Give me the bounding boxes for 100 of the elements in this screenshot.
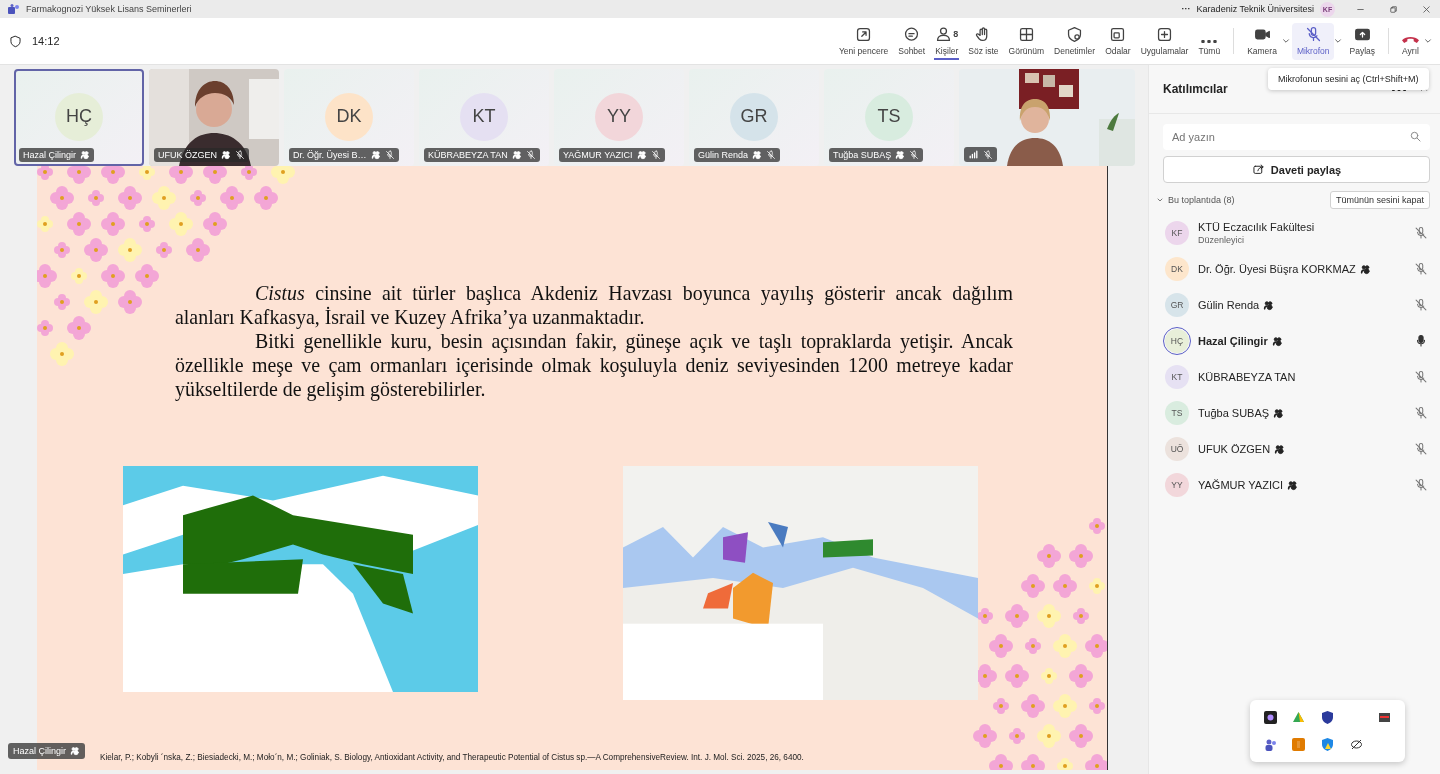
search-field[interactable]: Ad yazın xyxy=(1163,124,1430,150)
participant-name[interactable]: YAĞMUR YAZICI xyxy=(1198,479,1283,491)
chat-icon xyxy=(903,25,921,43)
mic-off-icon[interactable] xyxy=(1414,298,1428,312)
share-button[interactable]: Paylaş xyxy=(1344,22,1380,60)
avatar: UÖ xyxy=(1165,437,1189,461)
add-button[interactable]: Uygulamalar xyxy=(1135,22,1194,60)
people-badge-icon xyxy=(1286,479,1298,491)
participant-tile[interactable]: HÇ Hazal Çilingir xyxy=(14,69,144,166)
mic-off-icon[interactable] xyxy=(1414,370,1428,384)
add-icon xyxy=(1156,25,1174,43)
people-badge-icon xyxy=(70,746,80,756)
avatar: YY xyxy=(595,92,643,141)
mute-all-button[interactable]: Tümünün sesini kapat xyxy=(1329,191,1430,209)
mic-off-icon xyxy=(650,150,661,160)
participant-role: Düzenleyici xyxy=(1198,235,1246,245)
hand-button[interactable]: Söz iste xyxy=(963,22,1004,60)
mic-off-icon xyxy=(525,150,536,160)
shield-icon xyxy=(1066,25,1084,43)
people-badge-icon xyxy=(221,150,231,160)
people-badge-icon xyxy=(511,150,522,160)
people-button[interactable]: 8 Kişiler xyxy=(930,22,964,60)
triangle-icon[interactable] xyxy=(1292,711,1306,724)
participant-tile[interactable]: YY YAĞMUR YAZICI xyxy=(554,69,684,166)
avatar: HÇ xyxy=(55,92,103,141)
name-tag: KÜBRABEYZA TAN xyxy=(424,148,540,162)
window-icon xyxy=(1109,25,1127,43)
shield-button[interactable]: Denetimler xyxy=(1049,22,1101,60)
mic-off-icon xyxy=(909,150,920,160)
participant-tile[interactable]: KT KÜBRABEYZA TAN xyxy=(419,69,549,166)
people-icon[interactable] xyxy=(1263,738,1277,751)
participant-name[interactable]: Gülin Renda xyxy=(1198,299,1260,311)
mic-off-icon[interactable] xyxy=(1414,406,1428,420)
participant-name[interactable]: KÜBRABEYZA TAN xyxy=(1198,371,1296,383)
grid-button[interactable]: Görünüm xyxy=(1003,22,1050,60)
popout-button[interactable]: Yeni pencere xyxy=(833,22,894,60)
phone-icon xyxy=(1402,36,1419,43)
shield-icon xyxy=(9,34,22,48)
window-button[interactable]: Odalar xyxy=(1100,22,1136,60)
eye-slash-icon[interactable] xyxy=(1349,738,1363,751)
name-tag: Tuğba SUBAŞ xyxy=(829,148,924,162)
participant-name[interactable]: Dr. Öğr. Üyesi Büşra KORKMAZ xyxy=(1198,263,1356,275)
organization-name[interactable]: Karadeniz Teknik Üniversitesi xyxy=(1196,4,1314,14)
mic-off-icon[interactable] xyxy=(1414,478,1428,492)
avatar: GR xyxy=(730,92,778,141)
name-tag: UFUK ÖZGEN xyxy=(154,148,249,162)
participant-tile[interactable]: TS Tuğba SUBAŞ xyxy=(824,69,954,166)
avatar: TS xyxy=(1165,401,1189,425)
avatar: YY xyxy=(1165,473,1189,497)
mic-icon[interactable] xyxy=(1414,334,1428,348)
share-invite-button[interactable]: Daveti paylaş xyxy=(1163,156,1430,183)
people-badge-icon xyxy=(895,150,906,160)
mic-off-icon xyxy=(235,150,245,160)
share-icon xyxy=(1251,163,1265,176)
mic-off-icon xyxy=(1304,25,1322,43)
restore-icon[interactable] xyxy=(1388,3,1399,15)
participant-tile[interactable]: DK Dr. Öğr. Üyesi B… xyxy=(284,69,414,166)
name-tag: Gülin Renda xyxy=(694,148,781,162)
avatar: KT xyxy=(1165,365,1189,389)
shield-icon[interactable] xyxy=(1321,711,1334,724)
avatar: HÇ xyxy=(1165,329,1189,353)
phone-button[interactable]: Ayrıl xyxy=(1397,22,1424,60)
avatar: KT xyxy=(460,92,508,141)
section-toggle[interactable]: Bu toplantıda (8) xyxy=(1155,195,1330,205)
grid-icon xyxy=(1017,25,1035,43)
more-button[interactable]: Tümü xyxy=(1193,22,1226,60)
more-button[interactable]: ··· xyxy=(1181,4,1191,14)
avatar: KF xyxy=(1165,221,1189,245)
popout-icon xyxy=(855,25,873,43)
people-badge-icon xyxy=(370,150,381,160)
search-icon xyxy=(1409,130,1422,143)
participant-name[interactable]: UFUK ÖZGEN xyxy=(1198,443,1271,455)
citation: Kielar, P.; Kobyli ´nska, Z.; Biesiadecki, M.; Mołoˊn, M.; Goliniak, S. Biology, Antioxidant Activity, and Therapeutic Potential of Cistus sp.—A ComprehensiveReview. Int. J. Mol. Sci. 2025, 26, 6400. xyxy=(100,753,804,762)
mic-off-button[interactable]: Mikrofon xyxy=(1291,22,1335,60)
participant-name[interactable]: Hazal Çilingir xyxy=(1198,335,1268,347)
slide-paragraph: Bitki genellikle kuru, besin açısından fakir, güneşe açık ve taşlı topraklarda yetişir. Ancak özellikle meşe ve çam ormanları içerisinde olmak koşuluyla deniz seviyesinden 1200 metreye kadar yükseltilerde de gelişim gösterebilirler. xyxy=(175,329,1013,402)
name-tag: YAĞMUR YAZICI xyxy=(559,148,665,162)
window-icon[interactable] xyxy=(1378,711,1392,724)
more-icon xyxy=(1201,39,1218,43)
mic-off-icon[interactable] xyxy=(1414,226,1428,240)
mic-off-icon xyxy=(983,149,993,160)
app-logo-icon xyxy=(8,4,20,14)
mic-off-icon[interactable] xyxy=(1414,262,1428,276)
mic-off-icon[interactable] xyxy=(1414,442,1428,456)
people-badge-icon xyxy=(1274,443,1286,455)
chat-button[interactable]: Sohbet xyxy=(893,22,931,60)
slide-paragraph: Cistus cinsine ait türler başlıca Akdeniz Havzası boyunca yayılış gösterir ancak dağılım alanları Kafkasya, İsrail ve Kuzey Afrika’ya uzanmaktadır. xyxy=(175,281,1013,330)
camera-button[interactable]: Kamera xyxy=(1242,22,1282,60)
participant-tile[interactable]: GR Gülin Renda xyxy=(689,69,819,166)
participant-name[interactable]: Tuğba SUBAŞ xyxy=(1198,407,1270,419)
avatar: GR xyxy=(1165,293,1189,317)
window-title: Farmakognozi Yüksek Lisans Seminerleri xyxy=(26,4,192,14)
people-icon xyxy=(935,25,953,43)
app-icon[interactable] xyxy=(1263,711,1277,724)
people-badge-icon xyxy=(752,150,763,160)
name-tag: Hazal Çilingir xyxy=(19,148,94,162)
name-tag: Hazal Çilingir xyxy=(8,743,85,759)
avatar: DK xyxy=(325,92,373,141)
close-icon[interactable] xyxy=(1421,3,1432,15)
participant-name[interactable]: KTÜ Eczacılık Fakültesi xyxy=(1198,221,1315,233)
